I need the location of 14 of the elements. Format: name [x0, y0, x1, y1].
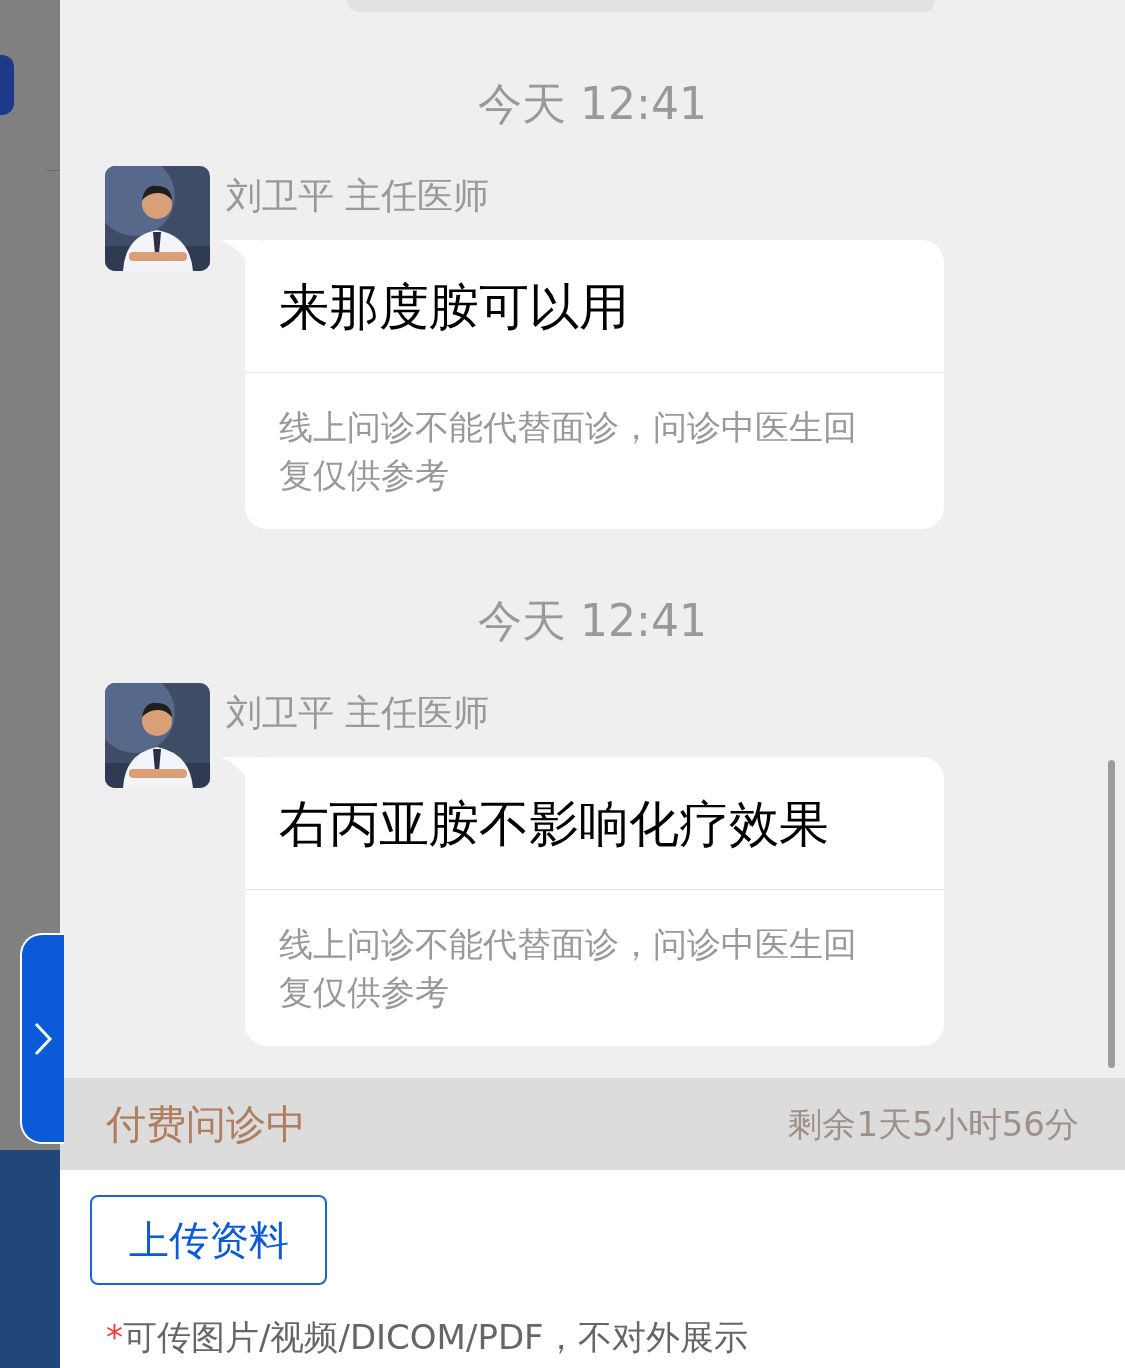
- disclaimer-text: 线上问诊不能代替面诊，问诊中医生回复仅供参考: [245, 372, 944, 529]
- sender-name: 刘卫平 主任医师: [226, 693, 490, 733]
- upload-note: *可传图片/视频/DICOM/PDF，不对外展示: [106, 1317, 749, 1358]
- message-text: 来那度胺可以用: [278, 277, 630, 338]
- message-time: 今天 12:41: [477, 599, 708, 643]
- chevron-right-icon: [33, 1020, 53, 1057]
- consultation-status: 付费问诊中: [106, 1100, 306, 1149]
- disclaimer-text: 线上问诊不能代替面诊，问诊中医生回复仅供参考: [245, 889, 944, 1046]
- message-time: 今天 12:41: [477, 82, 708, 126]
- message-text: 右丙亚胺不影响化疗效果: [278, 794, 830, 855]
- remaining-time: 剩余1天5小时56分: [788, 1102, 1079, 1146]
- expand-button[interactable]: [20, 933, 64, 1144]
- upload-button[interactable]: 上传资料: [90, 1195, 327, 1285]
- sender-name: 刘卫平 主任医师: [226, 176, 490, 216]
